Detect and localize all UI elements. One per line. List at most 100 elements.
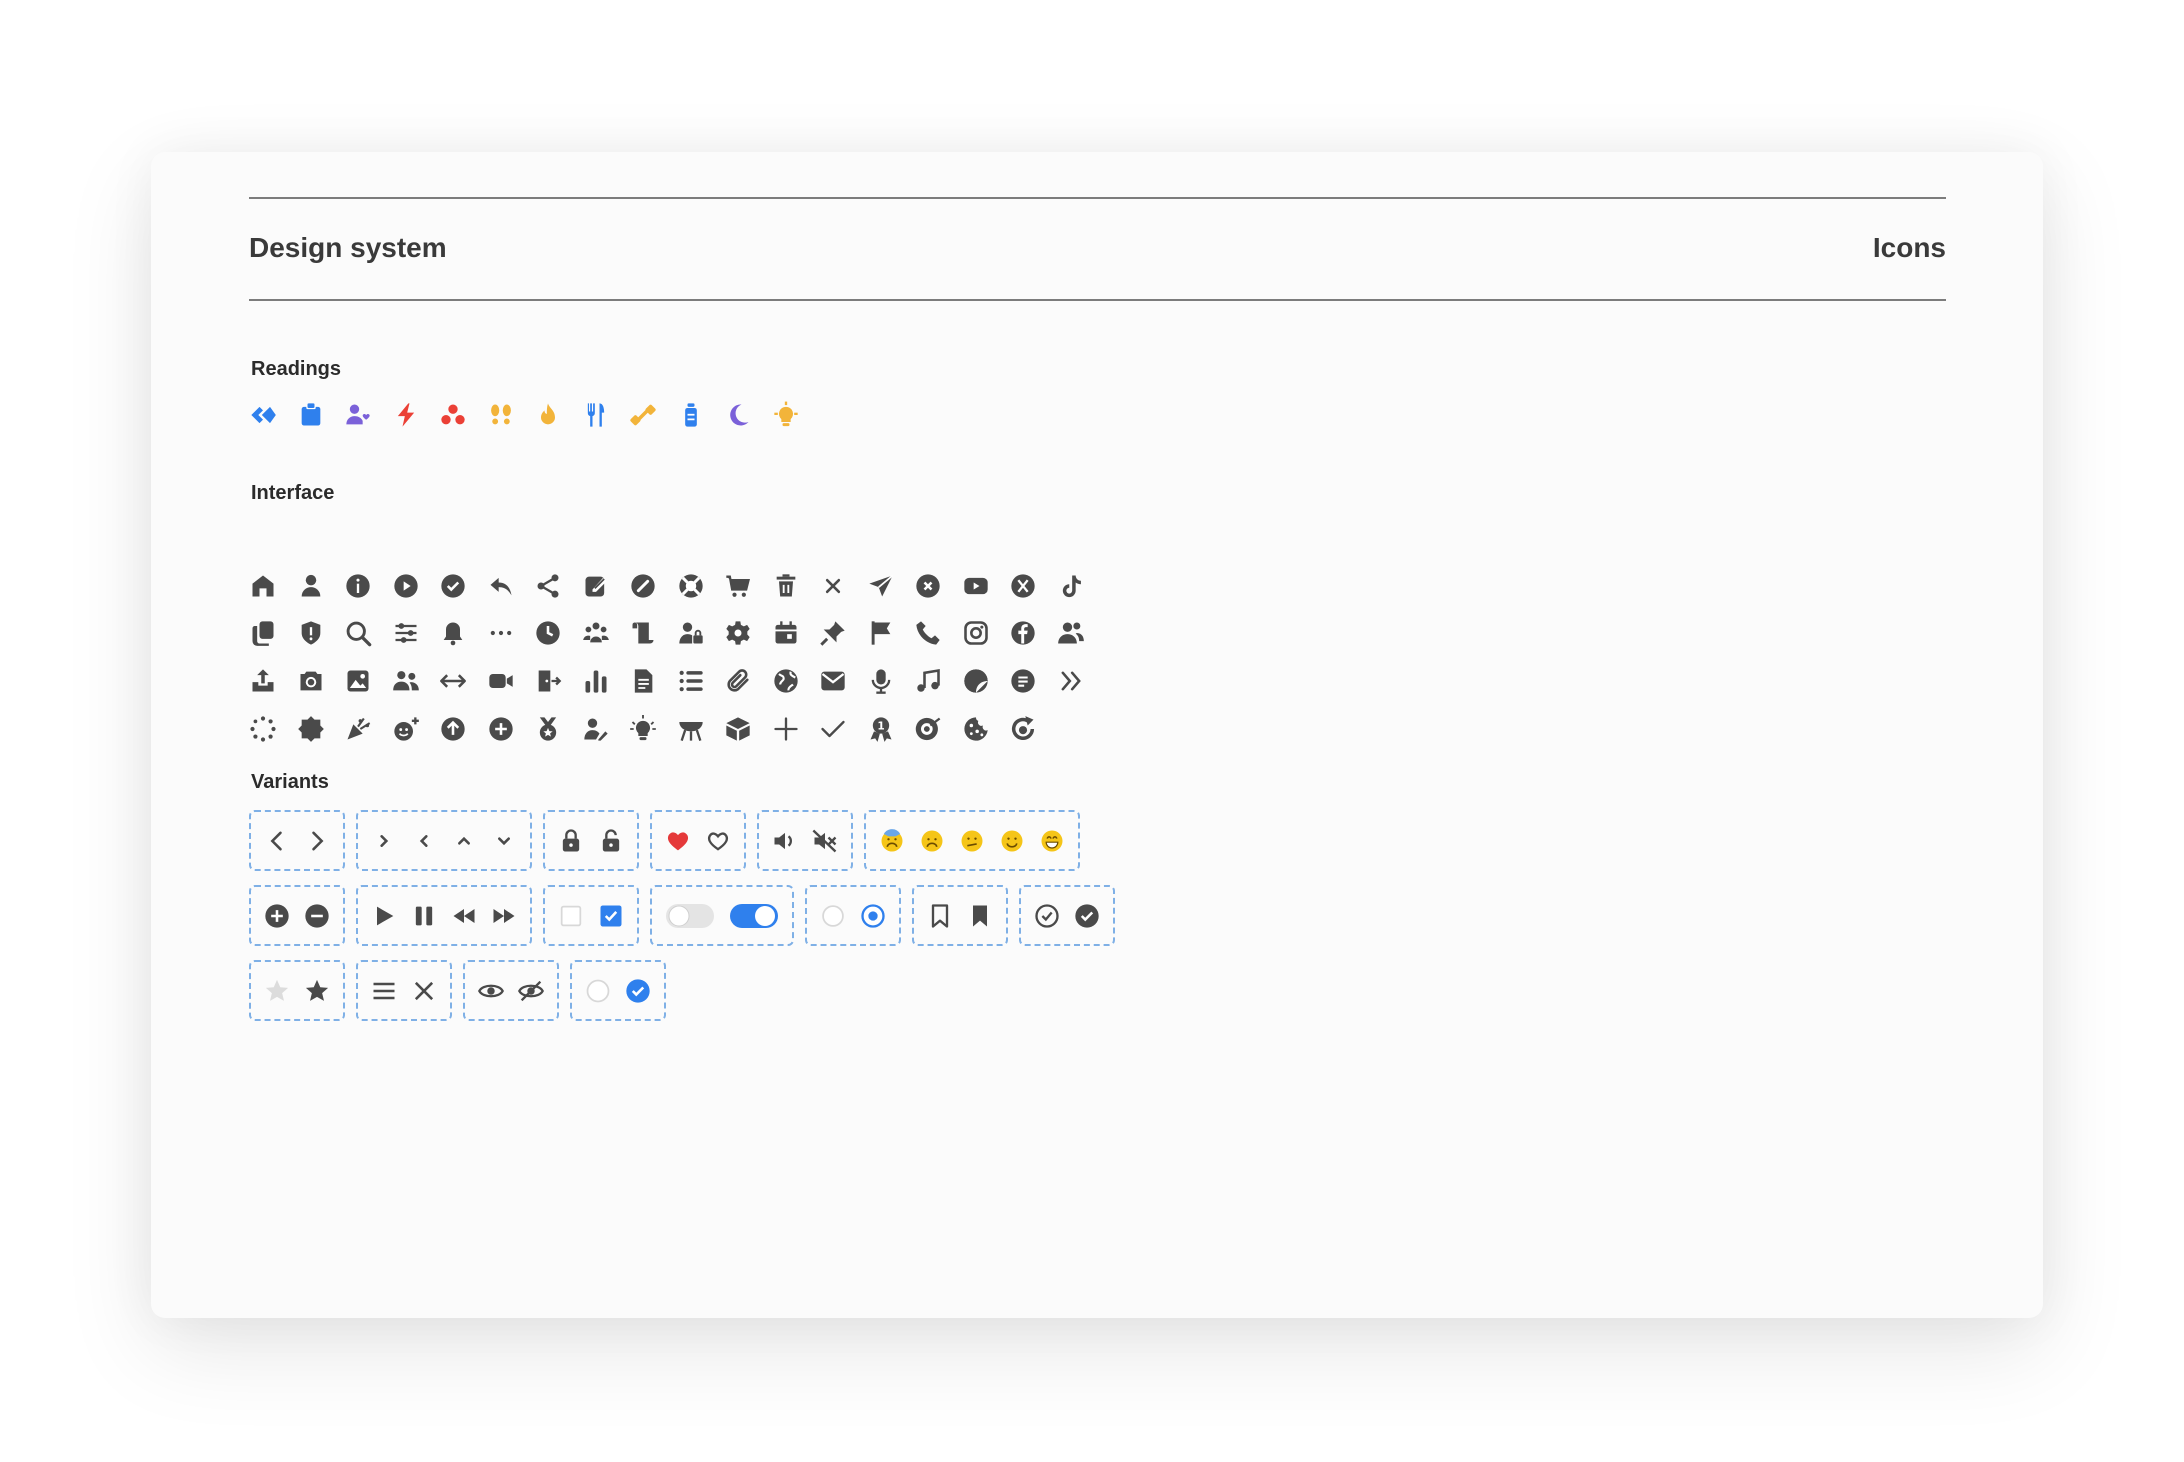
header-divider-top — [249, 197, 1946, 199]
lock-states-group — [543, 810, 639, 871]
tiktok-icon — [1057, 568, 1105, 604]
interface-row — [249, 568, 1104, 604]
check-circle-filled-icon — [1073, 902, 1101, 930]
bookmark-outline-icon — [926, 902, 954, 930]
volume-states-group — [757, 810, 853, 871]
close-x-icon — [410, 977, 438, 1005]
sad-face-icon — [878, 827, 906, 855]
arrow-up-circle-icon — [439, 711, 487, 747]
trash-icon — [772, 568, 820, 604]
heart-states-group — [650, 810, 746, 871]
interface-title: Interface — [251, 482, 335, 504]
calendar-icon — [772, 615, 820, 651]
upload-icon — [249, 663, 297, 699]
chevron-down-icon — [490, 827, 518, 855]
menu-close-group — [356, 960, 452, 1021]
checkbox-checked-icon — [597, 902, 625, 930]
grill-icon — [677, 711, 725, 747]
variants-title: Variants — [251, 771, 329, 793]
visibility-states-group — [463, 960, 559, 1021]
fork-knife-icon — [582, 397, 630, 433]
toggle-off-icon — [664, 900, 716, 932]
more-horizontal-icon — [487, 615, 535, 651]
star-states-group — [249, 960, 345, 1021]
pause-icon — [410, 902, 438, 930]
copy-icon — [249, 615, 297, 651]
chevron-up-icon — [450, 827, 478, 855]
variants-row — [249, 810, 1080, 871]
unlock-icon — [597, 827, 625, 855]
round-check-states-group — [570, 960, 666, 1021]
globe-icon — [772, 663, 820, 699]
loader-icon — [249, 711, 297, 747]
check-circle-outline-icon — [1033, 902, 1061, 930]
confetti-icon — [344, 711, 392, 747]
round-checked-icon — [624, 977, 652, 1005]
dumbbell-icon — [629, 397, 677, 433]
camera-icon — [297, 663, 345, 699]
youtube-icon — [962, 568, 1010, 604]
variants-row — [249, 885, 1115, 946]
user-lock-icon — [677, 615, 725, 651]
bookmark-states-group — [912, 885, 1008, 946]
target-icon — [914, 711, 962, 747]
readings-icon-row — [249, 397, 819, 433]
star-empty-icon — [263, 977, 291, 1005]
list-icon — [677, 663, 725, 699]
medal-icon — [534, 711, 582, 747]
round-empty-icon — [584, 977, 612, 1005]
bookmark-filled-icon — [966, 902, 994, 930]
rewind-icon — [450, 902, 478, 930]
radio-states-group — [805, 885, 901, 946]
check-circle-states-group — [1019, 885, 1115, 946]
minus-circle-icon — [303, 902, 331, 930]
flag-icon — [867, 615, 915, 651]
small-chevrons-group — [356, 810, 532, 871]
users-icon — [1057, 615, 1105, 651]
scroll-icon — [629, 615, 677, 651]
shield-alert-icon — [297, 615, 345, 651]
toggle-states-group — [650, 885, 794, 946]
menu-icon — [370, 977, 398, 1005]
badge-icon — [297, 711, 345, 747]
chevron-right-icon — [303, 827, 331, 855]
reply-icon — [487, 568, 535, 604]
page-title: Design system — [249, 232, 447, 263]
lifebuoy-icon — [677, 568, 725, 604]
heart-filled-icon — [664, 827, 692, 855]
media-controls-group — [356, 885, 532, 946]
clipboard-icon — [297, 397, 345, 433]
group-icon — [582, 615, 630, 651]
arrows-horizontal-icon — [439, 663, 487, 699]
instagram-icon — [962, 615, 1010, 651]
chevrons-double-right-icon — [1057, 663, 1105, 699]
volume-icon — [771, 827, 799, 855]
mood-scale-group — [864, 810, 1080, 871]
flame-icon — [534, 397, 582, 433]
fast-forward-icon — [490, 902, 518, 930]
microphone-icon — [867, 663, 915, 699]
chevron-right-small-icon — [370, 827, 398, 855]
message-icon — [1009, 663, 1057, 699]
home-icon — [249, 568, 297, 604]
gear-icon — [724, 615, 772, 651]
interface-row — [249, 663, 1104, 699]
worried-face-icon — [918, 827, 946, 855]
x-logo-icon — [1009, 568, 1057, 604]
clock-icon — [534, 615, 582, 651]
checkbox-empty-icon — [557, 902, 585, 930]
emoji-plus-icon — [392, 711, 440, 747]
cookie-icon — [962, 711, 1010, 747]
heart-outline-icon — [704, 827, 732, 855]
smile-face-icon — [998, 827, 1026, 855]
lightbulb-icon — [772, 397, 820, 433]
plus-circle-icon — [263, 902, 291, 930]
readings-title: Readings — [251, 358, 342, 380]
svg-text:1: 1 — [877, 721, 884, 733]
interface-row: 1 — [249, 711, 1057, 747]
mute-icon — [811, 827, 839, 855]
header-divider-bottom — [249, 299, 1946, 301]
chevron-left-right-group — [249, 810, 345, 871]
mail-icon — [819, 663, 867, 699]
bell-icon — [439, 615, 487, 651]
